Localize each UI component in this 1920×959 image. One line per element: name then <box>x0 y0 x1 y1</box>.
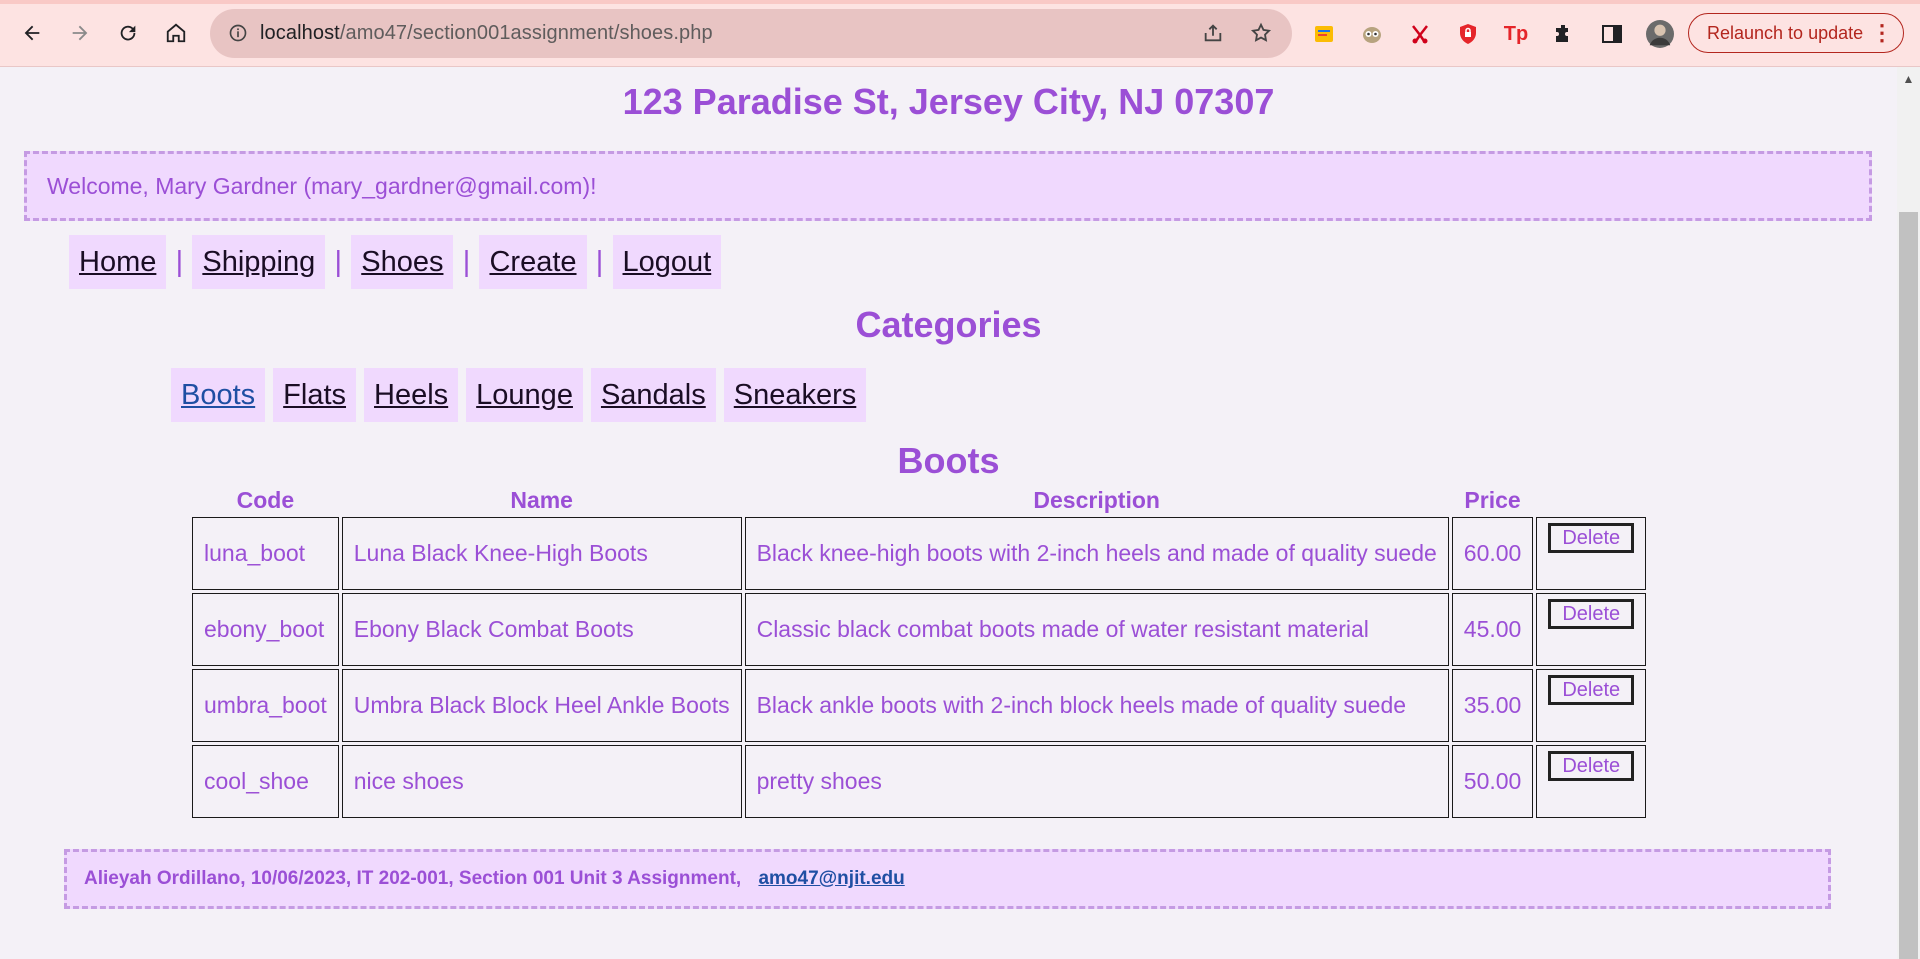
cell-name: Ebony Black Combat Boots <box>341 593 742 666</box>
extension-shield-icon[interactable] <box>1454 20 1482 48</box>
scrollbar-thumb[interactable] <box>1899 212 1918 959</box>
cell-price: 60.00 <box>1451 517 1534 590</box>
cell-action: Delete <box>1536 745 1647 818</box>
column-header-code: Code <box>236 487 295 513</box>
cell-name: Umbra Black Block Heel Ankle Boots <box>341 669 742 742</box>
relaunch-label: Relaunch to update <box>1707 23 1864 43</box>
table-row: cool_shoe nice shoes pretty shoes 50.00 … <box>192 745 1647 818</box>
cell-price: 45.00 <box>1451 593 1534 666</box>
profile-avatar[interactable] <box>1646 20 1674 48</box>
extension-scissors-icon[interactable] <box>1406 20 1434 48</box>
extensions-icon[interactable] <box>1550 20 1578 48</box>
products-table: Code Name Description Price luna_boot Lu… <box>189 484 1649 821</box>
back-icon[interactable] <box>16 17 48 49</box>
extension-tp-icon[interactable]: Tp <box>1502 20 1530 48</box>
reload-icon[interactable] <box>112 17 144 49</box>
cell-price: 50.00 <box>1451 745 1534 818</box>
footer-email-link[interactable]: amo47@njit.edu <box>758 868 904 889</box>
url-text: localhost/amo47/section001assignment/sho… <box>260 22 713 45</box>
cell-price: 35.00 <box>1451 669 1534 742</box>
cell-description: Classic black combat boots made of water… <box>744 593 1449 666</box>
address-bar[interactable]: localhost/amo47/section001assignment/sho… <box>210 9 1292 58</box>
table-row: ebony_boot Ebony Black Combat Boots Clas… <box>192 593 1647 666</box>
cell-code: cool_shoe <box>192 745 339 818</box>
column-header-description: Description <box>1033 487 1160 513</box>
nav-link-home[interactable]: Home <box>69 235 167 289</box>
scroll-up-arrow-icon[interactable]: ▲ <box>1899 70 1918 89</box>
browser-toolbar: localhost/amo47/section001assignment/sho… <box>0 0 1920 67</box>
delete-button[interactable]: Delete <box>1548 751 1635 781</box>
column-header-action <box>1536 487 1646 514</box>
category-link-heels[interactable]: Heels <box>364 368 459 422</box>
cell-code: umbra_boot <box>192 669 339 742</box>
column-header-price: Price <box>1464 487 1521 513</box>
nav-separator: | <box>462 246 471 278</box>
categories-heading: Categories <box>855 304 1042 345</box>
delete-button[interactable]: Delete <box>1548 523 1635 553</box>
table-row: luna_boot Luna Black Knee-High Boots Bla… <box>192 517 1647 590</box>
home-icon[interactable] <box>160 17 192 49</box>
cell-code: luna_boot <box>192 517 339 590</box>
cell-name: Luna Black Knee-High Boots <box>341 517 742 590</box>
cell-action: Delete <box>1536 517 1647 590</box>
footer-credits: Alieyah Ordillano, 10/06/2023, IT 202-00… <box>84 868 742 889</box>
nav-separator: | <box>334 246 342 278</box>
url-host: localhost <box>260 22 340 44</box>
info-icon[interactable] <box>228 23 248 43</box>
category-link-sandals[interactable]: Sandals <box>590 368 716 422</box>
cell-action: Delete <box>1536 669 1647 742</box>
url-path: /amo47/section001assignment/shoes.php <box>339 22 713 44</box>
cell-description: Black ankle boots with 2-inch block heel… <box>744 669 1449 742</box>
table-header-row: Code Name Description Price <box>192 487 1646 514</box>
main-navigation: Home | Shipping | Shoes | Create | Logou… <box>69 235 722 289</box>
nav-link-logout[interactable]: Logout <box>612 235 722 289</box>
category-link-lounge[interactable]: Lounge <box>466 368 583 422</box>
star-icon[interactable] <box>1250 22 1274 46</box>
nav-link-shipping[interactable]: Shipping <box>192 235 326 289</box>
category-link-boots[interactable]: Boots <box>171 368 266 422</box>
section-heading: Boots <box>897 440 1000 481</box>
nav-link-shoes[interactable]: Shoes <box>351 235 454 289</box>
delete-button[interactable]: Delete <box>1548 599 1635 629</box>
page-content: 123 Paradise St, Jersey City, NJ 07307 W… <box>0 67 1897 959</box>
nav-link-create[interactable]: Create <box>479 235 587 289</box>
store-address: 123 Paradise St, Jersey City, NJ 07307 <box>622 81 1275 122</box>
page-footer: Alieyah Ordillano, 10/06/2023, IT 202-00… <box>64 849 1831 909</box>
column-header-name: Name <box>510 487 573 513</box>
welcome-banner: Welcome, Mary Gardner (mary_gardner@gmai… <box>24 151 1872 221</box>
delete-button[interactable]: Delete <box>1548 675 1635 705</box>
cell-action: Delete <box>1536 593 1647 666</box>
side-panel-icon[interactable] <box>1598 20 1626 48</box>
tab-strip-edge <box>0 0 1920 4</box>
category-link-sneakers[interactable]: Sneakers <box>723 368 867 422</box>
nav-separator: | <box>595 246 604 278</box>
category-navigation: Boots Flats Heels Lounge Sandals Sneaker… <box>171 368 867 422</box>
extension-notes-icon[interactable] <box>1310 20 1338 48</box>
menu-icon[interactable]: ⋮ <box>1871 14 1893 52</box>
category-link-flats[interactable]: Flats <box>273 368 357 422</box>
extension-owl-icon[interactable] <box>1358 20 1386 48</box>
cell-code: ebony_boot <box>192 593 339 666</box>
relaunch-button[interactable]: Relaunch to update ⋮ <box>1688 13 1904 53</box>
forward-icon[interactable] <box>64 17 96 49</box>
cell-description: pretty shoes <box>744 745 1449 818</box>
cell-name: nice shoes <box>341 745 742 818</box>
cell-description: Black knee-high boots with 2-inch heels … <box>744 517 1449 590</box>
nav-separator: | <box>175 246 184 278</box>
table-row: umbra_boot Umbra Black Block Heel Ankle … <box>192 669 1647 742</box>
share-icon[interactable] <box>1202 22 1226 46</box>
